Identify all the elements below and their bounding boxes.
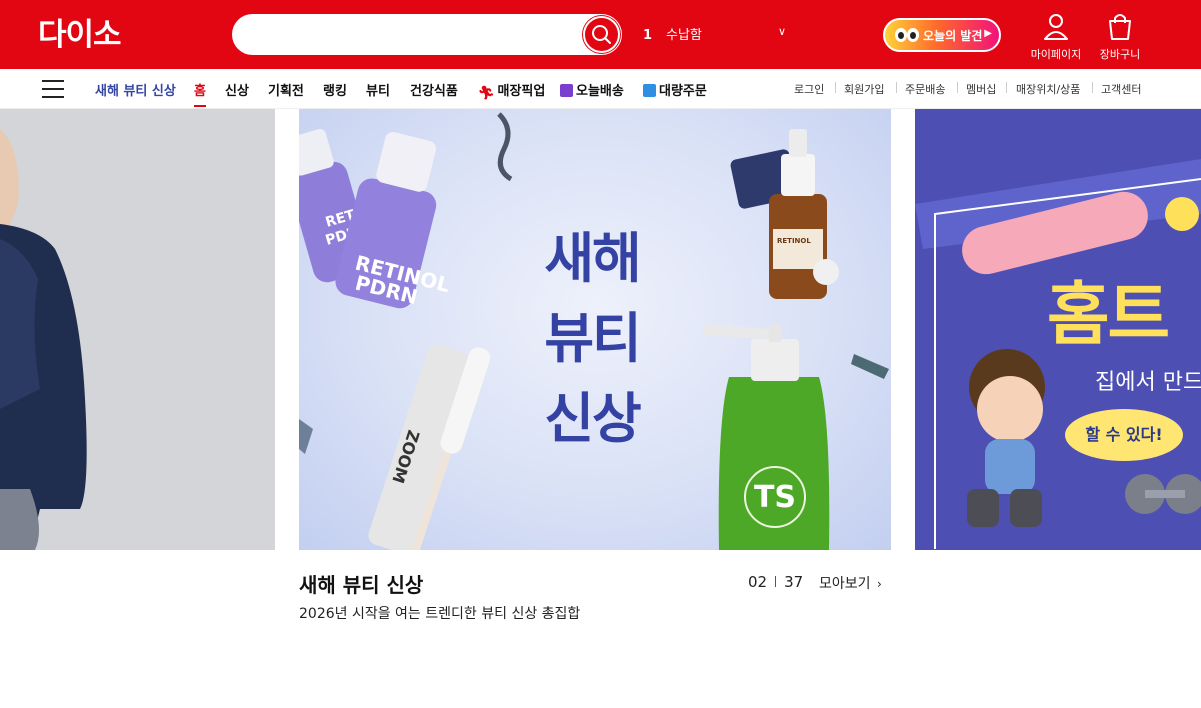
slide-current: 02 xyxy=(748,573,768,591)
box-icon xyxy=(643,84,656,97)
nav-store-pickup[interactable]: 🏃︎ 매장픽업 xyxy=(478,80,546,101)
nav-bulk-order[interactable]: 대량주문 xyxy=(643,80,707,99)
shopping-bag-icon xyxy=(1109,14,1131,40)
headline-line-3: 신상 xyxy=(544,387,641,450)
search-input[interactable] xyxy=(232,14,622,55)
main-nav: 새해 뷰티 신상 홈 신상 기획전 랭킹 뷰티 건강식품 🏃︎ 매장픽업 오늘배송… xyxy=(0,69,1201,109)
nav-bulk-order-label: 대량주문 xyxy=(659,84,707,99)
divider xyxy=(896,82,897,93)
nav-today-delivery-label: 오늘배송 xyxy=(576,84,624,99)
mypage-button[interactable]: 마이페이지 xyxy=(1026,12,1086,62)
customer-center-link[interactable]: 고객센터 xyxy=(1101,81,1141,97)
ts-bottle-label: TS xyxy=(754,480,796,515)
nav-health-food[interactable]: 건강식품 xyxy=(410,80,458,99)
headline-line-1: 새해 xyxy=(544,227,641,290)
nav-store-pickup-label: 매장픽업 xyxy=(497,84,546,99)
divider xyxy=(835,82,836,93)
right-slide-title: 홈트 xyxy=(1047,276,1170,355)
play-arrow-icon: ▶ xyxy=(984,28,992,39)
slide-headline: 새해 뷰티 신상 xyxy=(532,219,652,459)
chevron-down-icon[interactable]: ∨ xyxy=(778,25,786,38)
nav-promotions[interactable]: 기획전 xyxy=(268,80,304,99)
chevron-right-icon: › xyxy=(876,577,882,591)
cart-label: 장바구니 xyxy=(1099,48,1141,61)
cart-button[interactable]: 장바구니 xyxy=(1090,12,1150,62)
divider xyxy=(1092,82,1093,93)
headline-line-2: 뷰티 xyxy=(544,307,641,370)
trending-keyword[interactable]: 1 수납함 xyxy=(643,24,702,43)
view-all-link[interactable]: 모아보기 › xyxy=(819,573,882,593)
speech-bubble: 할 수 있다! xyxy=(1065,409,1183,461)
view-all-label: 모아보기 xyxy=(819,576,871,592)
search-button[interactable] xyxy=(583,16,620,53)
signup-link[interactable]: 회원가입 xyxy=(844,81,884,97)
nav-today-delivery[interactable]: 오늘배송 xyxy=(560,80,624,99)
running-person-icon: 🏃︎ xyxy=(478,86,495,101)
delivery-truck-icon xyxy=(560,84,573,97)
fleece-jacket-model-image xyxy=(0,109,275,550)
todays-discovery-button[interactable]: 오늘의 발견 ▶ xyxy=(883,18,1001,52)
eyes-icon xyxy=(895,28,919,42)
nav-new-year-beauty[interactable]: 새해 뷰티 신상 xyxy=(95,80,176,99)
menu-icon[interactable] xyxy=(42,80,64,98)
order-delivery-link[interactable]: 주문배송 xyxy=(905,81,945,97)
trending-text: 수납함 xyxy=(666,28,702,43)
slide-title: 새해 뷰티 신상 xyxy=(299,573,424,597)
search-icon xyxy=(592,25,611,44)
divider xyxy=(1006,82,1007,93)
divider xyxy=(957,82,958,93)
todays-discovery-label: 오늘의 발견 xyxy=(923,29,983,43)
trending-rank: 1 xyxy=(643,28,653,43)
person-icon xyxy=(1044,14,1068,40)
daiso-logo[interactable]: 다이소 xyxy=(38,16,122,54)
nav-new[interactable]: 신상 xyxy=(225,80,249,99)
right-slide-subtitle: 집에서 만드 xyxy=(1095,370,1201,395)
nav-beauty[interactable]: 뷰티 xyxy=(366,80,390,99)
slide-total: 37 xyxy=(784,573,804,591)
ampoule-label: RETINOL xyxy=(777,237,811,245)
mypage-label: 마이페이지 xyxy=(1030,48,1082,61)
login-link[interactable]: 로그인 xyxy=(794,81,824,97)
carousel-slide-current[interactable]: RETINOL PDR RETINOL PDRN RETINOL ZOOM TS xyxy=(299,109,891,550)
store-location-link[interactable]: 매장위치/상품 xyxy=(1016,81,1080,97)
slide-counter: 02 37 xyxy=(748,573,803,591)
nav-ranking[interactable]: 랭킹 xyxy=(323,80,347,99)
nav-home[interactable]: 홈 xyxy=(194,80,206,107)
carousel-slide-next[interactable]: 홈트 집에서 만드 할 수 있다! xyxy=(915,109,1201,550)
top-header: 다이소 1 수납함 ∨ 오늘의 발견 ▶ 마이페이지 장바구니 xyxy=(0,0,1201,69)
carousel-slide-prev[interactable] xyxy=(0,109,275,550)
slide-description: 2026년 시작을 여는 트렌디한 뷰티 신상 총집합 xyxy=(299,606,581,622)
membership-link[interactable]: 멤버십 xyxy=(966,81,996,97)
